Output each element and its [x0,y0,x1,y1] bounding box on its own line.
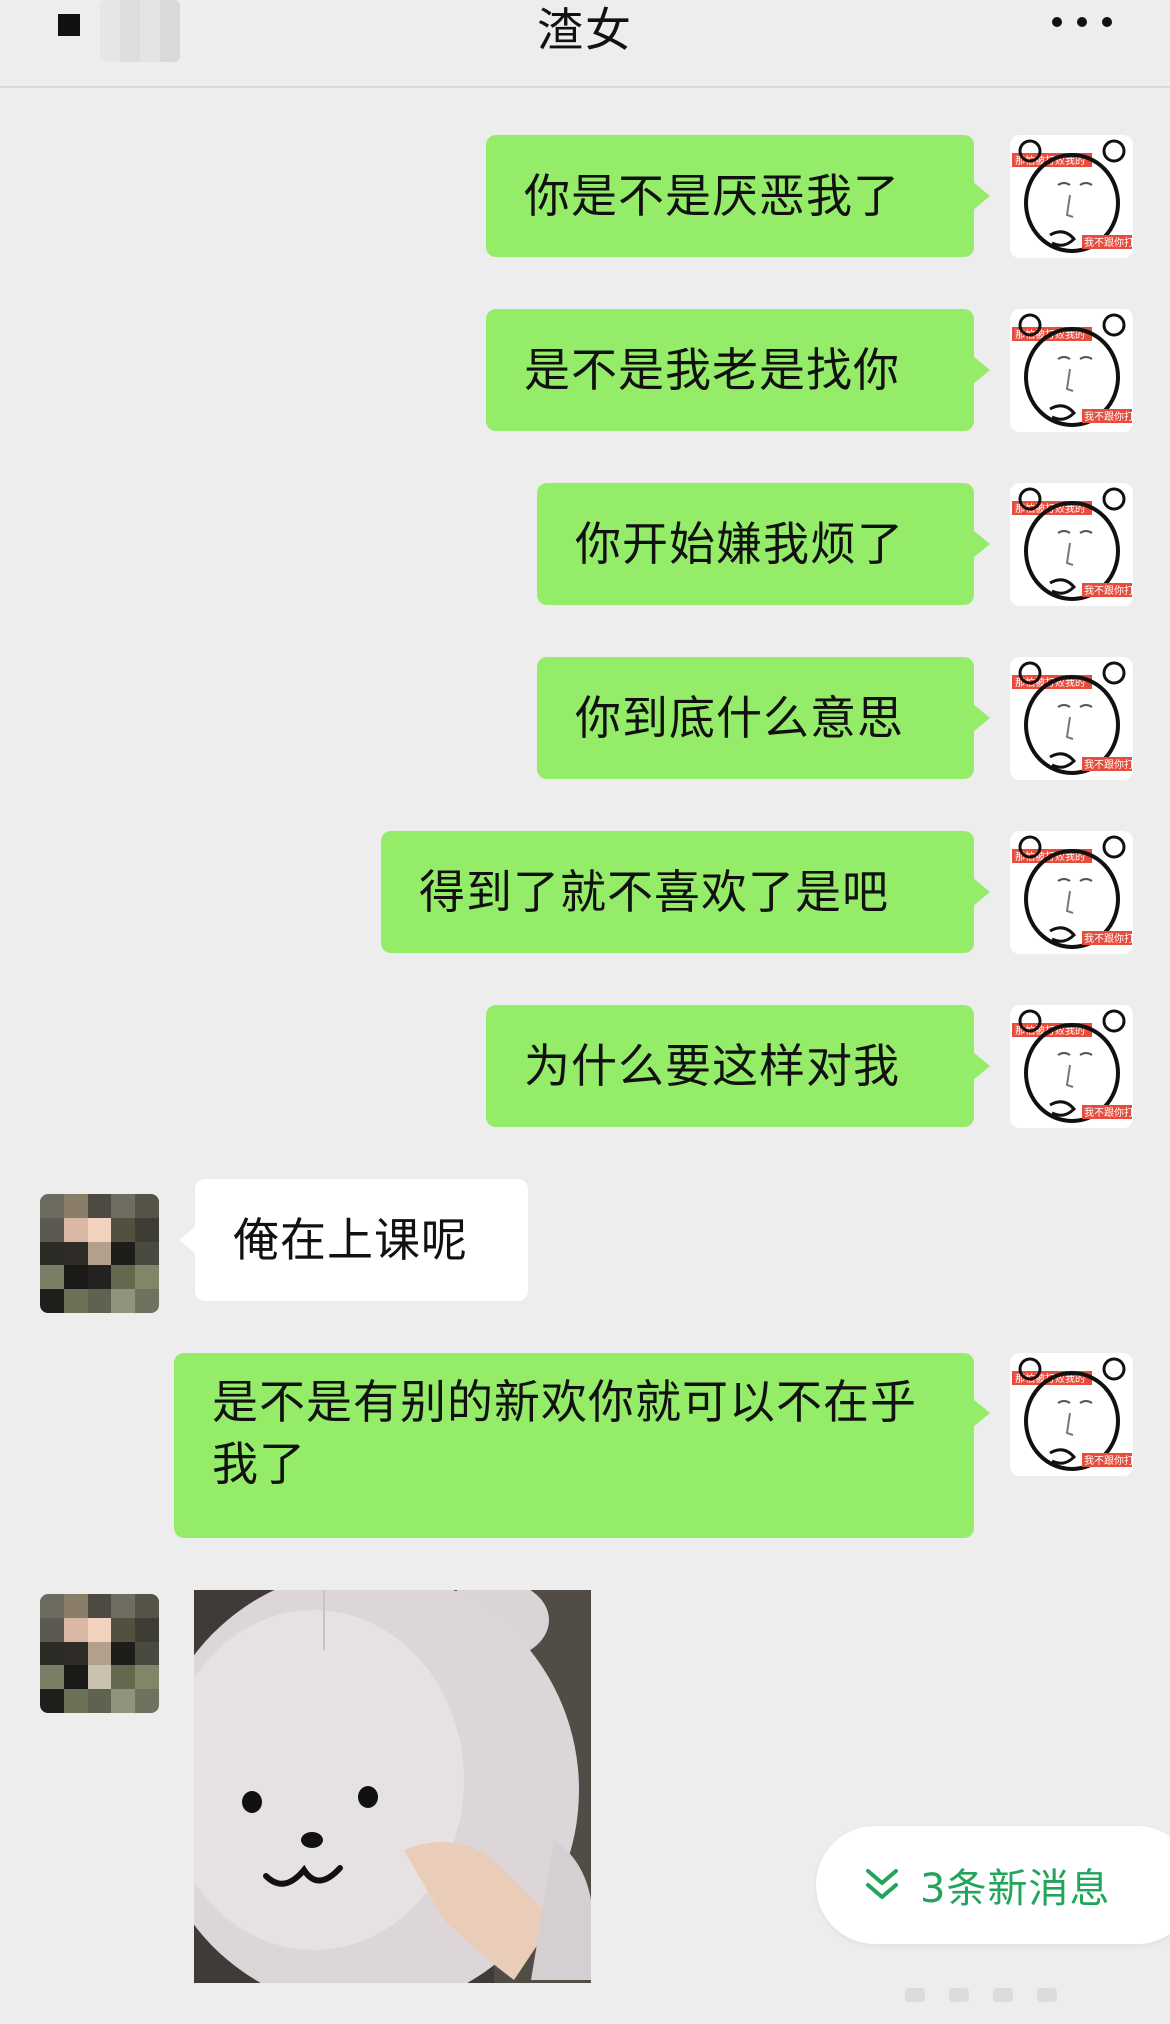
received-photo[interactable] [194,1590,591,1983]
sticker-avatar-icon: 那怕被打败我的 我不跟你打 [1010,483,1133,606]
message-text: 为什么要这样对我 [524,1039,900,1093]
chat-title: 渣女 [537,3,633,57]
message-text: 是不是我老是找你 [524,343,900,397]
svg-text:我不跟你打: 我不跟你打 [1084,1454,1133,1467]
message-bubble-sent[interactable]: 你是不是厌恶我了 [486,135,990,257]
new-messages-label: 3条新消息 [920,1866,1111,1912]
message-bubble-sent[interactable]: 为什么要这样对我 [486,1005,990,1127]
my-avatar[interactable]: 那怕被打败我的 我不跟你打 [1010,831,1133,954]
message-bubble-received[interactable]: 俺在上课呢 [179,1179,528,1301]
sticker-avatar-icon: 那怕被打败我的 我不跟你打 [1010,657,1133,780]
message-bubble-sent[interactable]: 是不是我老是找你 [486,309,990,431]
contact-avatar-blurred[interactable] [40,1594,159,1713]
my-avatar[interactable]: 那怕被打败我的 我不跟你打 [1010,483,1133,606]
svg-text:我不跟你打: 我不跟你打 [1084,236,1133,249]
svg-text:我不跟你打: 我不跟你打 [1084,410,1133,423]
message-bubble-sent[interactable]: 你开始嫌我烦了 [537,483,990,605]
svg-text:我不跟你打: 我不跟你打 [1084,758,1133,771]
my-avatar[interactable]: 那怕被打败我的 我不跟你打 [1010,657,1133,780]
double-chevron-down-icon [866,1869,898,1899]
sticker-avatar-icon: 那怕被打败我的 我不跟你打 [1010,1353,1133,1476]
sticker-avatar-icon: 那怕被打败我的 我不跟你打 [1010,1005,1133,1128]
bottom-toolbar-hint [905,1988,1155,2002]
bear-plush-photo-icon [194,1590,591,1983]
more-dots-icon[interactable] [1052,12,1112,32]
my-avatar[interactable]: 那怕被打败我的 我不跟你打 [1010,135,1133,258]
message-bubble-sent[interactable]: 得到了就不喜欢了是吧 [381,831,990,953]
message-text: 是不是有别的新欢你就可以不在乎我了 [212,1375,917,1491]
sticker-avatar-icon: 那怕被打败我的 我不跟你打 [1010,309,1133,432]
svg-text:我不跟你打: 我不跟你打 [1084,584,1133,597]
message-bubble-sent[interactable]: 是不是有别的新欢你就可以不在乎我了 [174,1353,990,1538]
message-text: 你到底什么意思 [575,691,904,745]
chat-header: 渣女 [0,0,1170,88]
contact-avatar-blurred[interactable] [40,1194,159,1313]
svg-text:我不跟你打: 我不跟你打 [1084,1106,1133,1119]
my-avatar[interactable]: 那怕被打败我的 我不跟你打 [1010,309,1133,432]
message-text: 你开始嫌我烦了 [575,517,904,571]
svg-text:我不跟你打: 我不跟你打 [1084,932,1133,945]
message-bubble-sent[interactable]: 你到底什么意思 [537,657,990,779]
new-messages-button[interactable]: 3条新消息 [816,1826,1170,1944]
sticker-avatar-icon: 那怕被打败我的 我不跟你打 [1010,135,1133,258]
message-text: 俺在上课呢 [233,1213,468,1267]
message-text: 你是不是厌恶我了 [524,169,900,223]
my-avatar[interactable]: 那怕被打败我的 我不跟你打 [1010,1353,1133,1476]
my-avatar[interactable]: 那怕被打败我的 我不跟你打 [1010,1005,1133,1128]
message-text: 得到了就不喜欢了是吧 [419,865,889,919]
sticker-avatar-icon: 那怕被打败我的 我不跟你打 [1010,831,1133,954]
